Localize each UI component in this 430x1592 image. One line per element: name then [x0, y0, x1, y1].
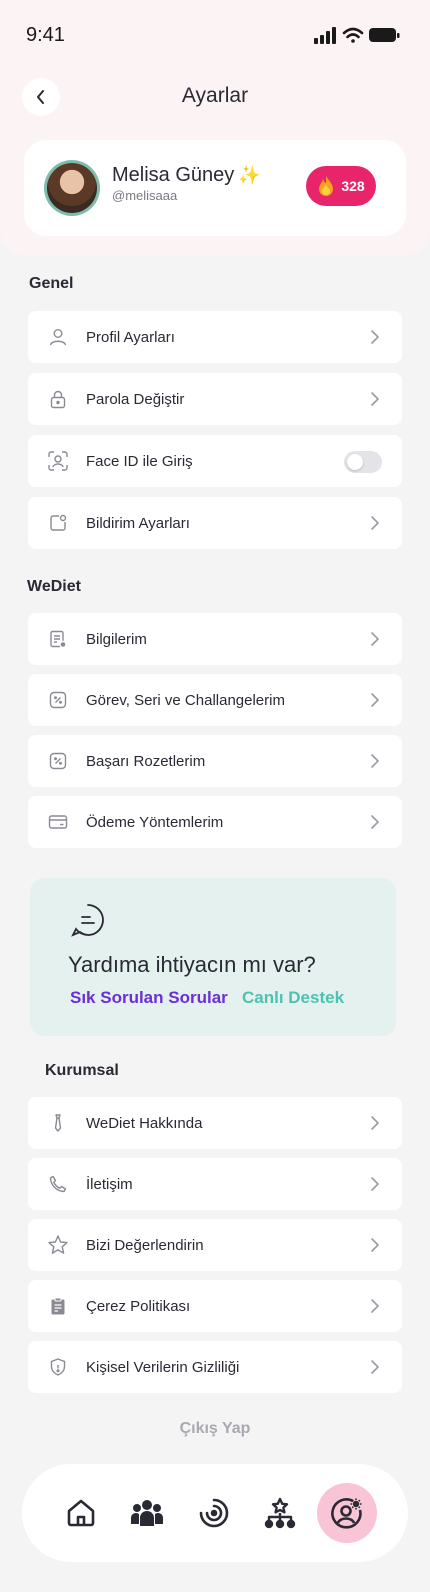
chat-bubble-icon	[71, 904, 104, 937]
section-title-kurumsal: Kurumsal	[45, 1062, 119, 1079]
settings-row-label: Kişisel Verilerin Gizliliği	[86, 1359, 240, 1376]
nav-home[interactable]	[57, 1489, 105, 1537]
card-icon	[46, 810, 70, 834]
percent-badge-icon	[46, 749, 70, 773]
tie-icon	[46, 1111, 70, 1135]
profile-card[interactable]: Melisa Güney ✨ @melisaaa 328	[24, 140, 406, 236]
chevron-right-icon	[371, 1238, 379, 1252]
home-icon	[67, 1499, 95, 1527]
profile-name: Melisa Güney ✨	[112, 164, 261, 187]
settings-profile-icon	[331, 1498, 362, 1529]
chevron-right-icon	[371, 1116, 379, 1130]
wifi-icon	[342, 27, 364, 43]
settings-row-badges[interactable]: Başarı Rozetlerim	[28, 735, 402, 787]
nav-progress[interactable]	[190, 1489, 238, 1537]
status-bar: 9:41	[0, 0, 430, 70]
chevron-right-icon	[371, 632, 379, 646]
toggle-knob	[347, 454, 363, 470]
lock-icon	[46, 387, 70, 411]
community-icon	[131, 1500, 163, 1526]
notification-icon	[46, 511, 70, 535]
streak-badge[interactable]: 328	[306, 166, 376, 206]
settings-row-tasks[interactable]: Görev, Seri ve Challangelerim	[28, 674, 402, 726]
settings-row-label: WeDiet Hakkında	[86, 1115, 203, 1132]
chevron-right-icon	[371, 754, 379, 768]
section-title-wediet: WeDiet	[27, 578, 81, 595]
chevron-right-icon	[371, 516, 379, 530]
status-time: 9:41	[26, 24, 65, 46]
header: Ayarlar	[0, 72, 430, 120]
profile-handle: @melisaaa	[112, 188, 178, 203]
page-title: Ayarlar	[181, 84, 249, 107]
settings-row-label: Başarı Rozetlerim	[86, 753, 206, 770]
logout-button[interactable]: Çıkış Yap	[0, 1420, 430, 1438]
chevron-right-icon	[371, 1299, 379, 1313]
settings-row-label: Görev, Seri ve Challangelerim	[86, 692, 285, 709]
settings-row-password[interactable]: Parola Değiştir	[28, 373, 402, 425]
settings-row-label: Bizi Değerlendirin	[86, 1237, 204, 1254]
settings-row-label: İletişim	[86, 1176, 133, 1193]
progress-icon	[199, 1498, 229, 1528]
settings-row-profile[interactable]: Profil Ayarları	[28, 311, 402, 363]
profile-name-text: Melisa Güney	[112, 164, 235, 186]
nav-hierarchy[interactable]	[256, 1489, 304, 1537]
settings-row-face-id: Face ID ile Giriş	[28, 435, 402, 487]
settings-row-label: Çerez Politikası	[86, 1298, 191, 1315]
chevron-right-icon	[371, 330, 379, 344]
settings-row-label: Parola Değiştir	[86, 391, 185, 408]
settings-row-rate[interactable]: Bizi Değerlendirin	[28, 1219, 402, 1271]
chevron-right-icon	[371, 1360, 379, 1374]
clipboard-icon	[46, 1294, 70, 1318]
chevron-right-icon	[371, 693, 379, 707]
sparkle-icon: ✨	[238, 165, 261, 185]
star-icon	[46, 1233, 70, 1257]
live-support-link[interactable]: Canlı Destek	[242, 988, 344, 1008]
settings-row-label: Bildirim Ayarları	[86, 515, 190, 532]
bottom-nav	[22, 1464, 408, 1562]
settings-row-label: Ödeme Yöntemlerim	[86, 814, 224, 831]
face-id-toggle[interactable]	[344, 451, 382, 473]
percent-badge-icon	[46, 688, 70, 712]
settings-row-about[interactable]: WeDiet Hakkında	[28, 1097, 402, 1149]
avatar[interactable]	[44, 160, 100, 216]
chevron-right-icon	[371, 815, 379, 829]
hierarchy-icon	[264, 1497, 296, 1529]
settings-row-label: Face ID ile Giriş	[86, 453, 193, 470]
phone-icon	[46, 1172, 70, 1196]
nav-settings-profile[interactable]	[317, 1483, 377, 1543]
streak-count: 328	[341, 178, 365, 194]
chevron-right-icon	[371, 392, 379, 406]
document-icon	[46, 627, 70, 651]
help-title: Yardıma ihtiyacın mı var?	[68, 952, 316, 977]
status-icons	[314, 25, 404, 47]
face-id-icon	[46, 449, 70, 473]
help-card: Yardıma ihtiyacın mı var? Sık Sorulan So…	[30, 878, 396, 1036]
user-icon	[46, 325, 70, 349]
settings-row-notifications[interactable]: Bildirim Ayarları	[28, 497, 402, 549]
settings-row-label: Bilgilerim	[86, 631, 147, 648]
nav-community[interactable]	[123, 1489, 171, 1537]
settings-row-info[interactable]: Bilgilerim	[28, 613, 402, 665]
flame-icon	[319, 176, 334, 196]
settings-row-contact[interactable]: İletişim	[28, 1158, 402, 1210]
settings-row-cookies[interactable]: Çerez Politikası	[28, 1280, 402, 1332]
section-title-genel: Genel	[29, 275, 74, 292]
settings-row-payment[interactable]: Ödeme Yöntemlerim	[28, 796, 402, 848]
battery-icon	[369, 28, 400, 42]
shield-icon	[46, 1355, 70, 1379]
settings-row-label: Profil Ayarları	[86, 329, 175, 346]
signal-icon	[314, 27, 336, 44]
faq-link[interactable]: Sık Sorulan Sorular	[70, 988, 228, 1008]
chevron-right-icon	[371, 1177, 379, 1191]
settings-row-privacy[interactable]: Kişisel Verilerin Gizliliği	[28, 1341, 402, 1393]
